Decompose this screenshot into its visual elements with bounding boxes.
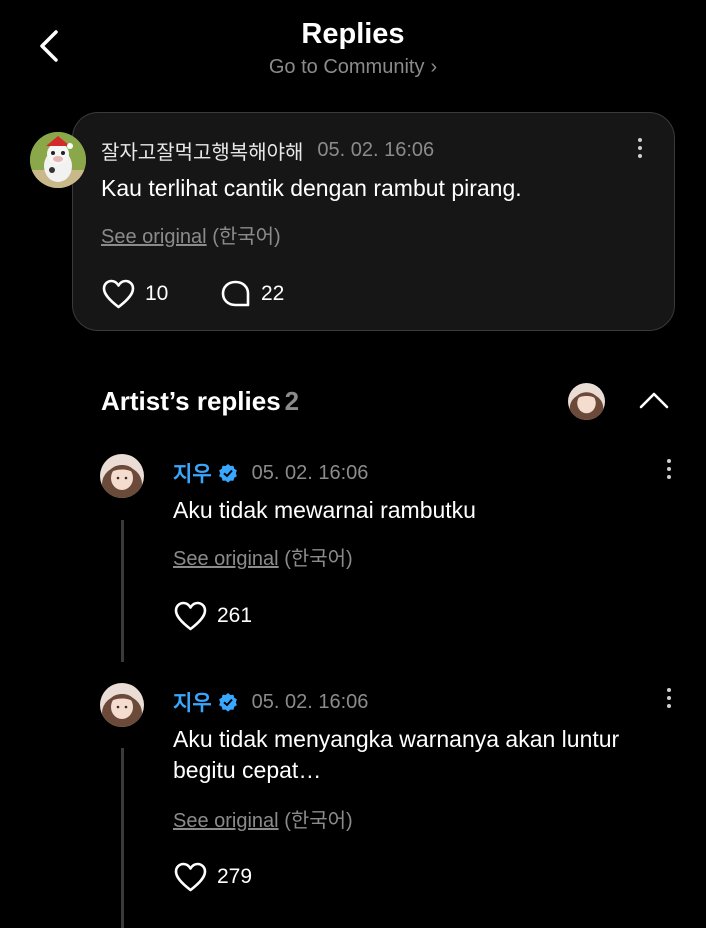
comment-bubble-icon: [221, 280, 250, 307]
like-button[interactable]: 10: [102, 279, 168, 309]
original-language: (한국어): [212, 226, 281, 248]
reply-text: Aku tidak menyangka warnanya akan luntur…: [173, 726, 620, 783]
comment-timestamp: 05. 02. 16:06: [317, 139, 435, 161]
like-count: 10: [145, 282, 169, 305]
verified-badge-icon: [218, 464, 237, 483]
reply-button[interactable]: 22: [220, 279, 284, 309]
see-original: See original (한국어): [173, 542, 353, 571]
reply-header: 지우 05. 02. 16:06: [173, 458, 368, 488]
more-vertical-icon[interactable]: [664, 688, 674, 712]
like-button[interactable]: 279: [174, 862, 252, 892]
reply-header: 지우 05. 02. 16:06: [173, 687, 368, 717]
thread-line: [121, 748, 124, 928]
artist-avatar: [568, 383, 605, 420]
verified-badge-icon: [218, 693, 237, 712]
author-name[interactable]: 잘자고잘먹고행복해야해: [101, 136, 303, 165]
see-original-link[interactable]: See original: [101, 226, 207, 248]
like-count: 279: [217, 865, 253, 888]
reply-text: Aku tidak mewarnai rambutku: [173, 497, 476, 523]
chevron-right-icon: ›: [430, 56, 438, 78]
header: Replies Go to Community ›: [0, 0, 706, 100]
artist-name[interactable]: 지우: [173, 687, 212, 717]
artist-avatar[interactable]: [100, 683, 144, 727]
see-original: See original (한국어): [101, 220, 281, 249]
original-language: (한국어): [284, 810, 353, 832]
see-original-link[interactable]: See original: [173, 548, 279, 570]
artist-name[interactable]: 지우: [173, 458, 212, 488]
artist-replies-label: Artist’s replies: [101, 386, 281, 416]
see-original-link[interactable]: See original: [173, 810, 279, 832]
go-to-community-label: Go to Community: [268, 56, 425, 78]
comment-header: 잘자고잘먹고행복해야해 05. 02. 16:06: [101, 136, 434, 165]
chevron-up-icon[interactable]: [638, 390, 670, 410]
artist-replies-title: Artist’s replies 2: [101, 386, 299, 417]
more-vertical-icon[interactable]: [635, 138, 645, 162]
heart-icon: [102, 279, 135, 309]
author-avatar[interactable]: [30, 132, 86, 188]
comment-text: Kau terlihat cantik dengan rambut pirang…: [101, 175, 522, 201]
reply-count: 22: [261, 282, 285, 305]
artist-replies-count: 2: [284, 386, 300, 416]
heart-icon: [174, 601, 207, 631]
heart-icon: [174, 862, 207, 892]
go-to-community-link[interactable]: Go to Community ›: [0, 56, 706, 79]
thread-line: [121, 520, 124, 662]
artist-avatar[interactable]: [100, 454, 144, 498]
like-count: 261: [217, 604, 253, 627]
page-title: Replies: [301, 18, 405, 50]
reply-timestamp: 05. 02. 16:06: [251, 690, 369, 713]
reply-timestamp: 05. 02. 16:06: [251, 461, 369, 484]
see-original: See original (한국어): [173, 804, 353, 833]
original-language: (한국어): [284, 548, 353, 570]
like-button[interactable]: 261: [174, 601, 252, 631]
more-vertical-icon[interactable]: [664, 459, 674, 483]
